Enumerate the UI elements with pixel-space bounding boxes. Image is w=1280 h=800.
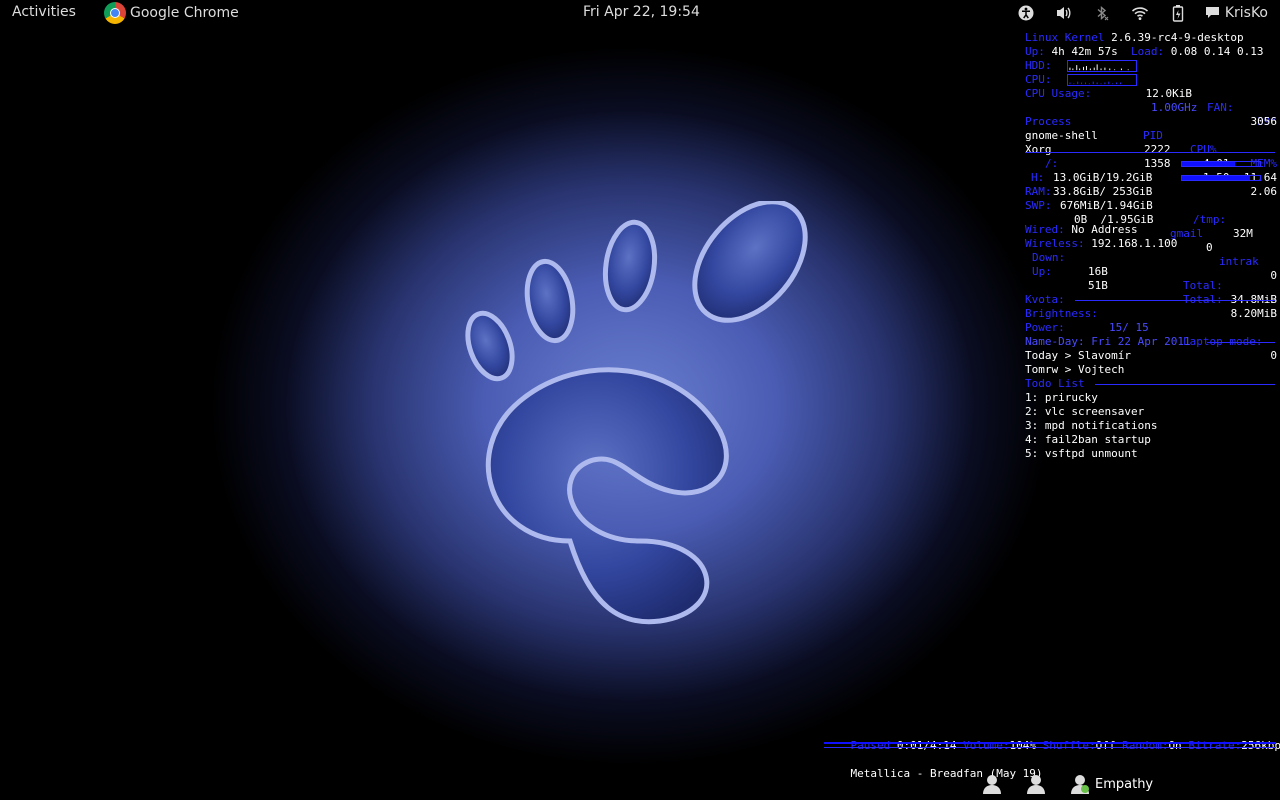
uptime-label: Up: [1025, 45, 1045, 58]
mpd-state-label: Paused [850, 739, 891, 752]
mpd-time: 0:01/4:14 [896, 739, 957, 752]
random-label: Random: [1122, 739, 1169, 752]
empathy-icon[interactable] [1069, 773, 1091, 795]
volume-label: Volume: [963, 739, 1010, 752]
divider [1095, 384, 1275, 385]
activities-button[interactable]: Activities [12, 4, 76, 20]
upload-label: Up: [1032, 265, 1052, 278]
cpu-percent-header: CPU% [1190, 143, 1217, 156]
hdd-graph [1067, 60, 1137, 72]
divider [824, 742, 1276, 744]
user-name: KrisKo [1224, 5, 1268, 21]
home-fs-bar [1181, 175, 1261, 181]
divider [824, 747, 1276, 748]
shuffle-label: Shuffle: [1042, 739, 1096, 752]
chrome-icon [104, 2, 126, 24]
uptime-value: 4h 42m 57s [1051, 45, 1118, 58]
bitrate-value: 256kbp [1241, 739, 1280, 752]
system-tray: KrisKo [1007, 0, 1280, 26]
empathy-label[interactable]: Empathy [1095, 777, 1153, 792]
top-panel: Activities Google Chrome Fri Apr 22, 19:… [0, 0, 1280, 26]
swap-label: SWP: [1025, 199, 1052, 212]
ram-label: RAM: [1025, 185, 1052, 198]
user-menu[interactable]: KrisKo [1205, 5, 1268, 21]
process-pid: 2222 [1144, 143, 1171, 156]
todo-item: 5: vsftpd unmount [1025, 447, 1138, 460]
cpu-label: CPU: [1025, 73, 1052, 86]
kvota-label: Kvota: [1025, 293, 1065, 306]
wireless-ip: 192.168.1.100 [1091, 237, 1178, 250]
battery-icon[interactable] [1169, 4, 1187, 22]
download-label: Down: [1032, 251, 1066, 264]
bluetooth-icon[interactable] [1093, 4, 1111, 22]
process-name: Xorg [1025, 143, 1052, 156]
app-menu[interactable]: Google Chrome [104, 0, 239, 26]
clock[interactable]: Fri Apr 22, 19:54 [583, 4, 700, 20]
volume-value: 104% [1009, 739, 1036, 752]
load-label: Load: [1130, 45, 1165, 58]
volume-icon[interactable] [1055, 4, 1073, 22]
nameday-today: Today > Slavomír [1025, 349, 1131, 362]
divider [1075, 300, 1275, 301]
gnome-foot-logo [465, 201, 808, 625]
todo-item: 4: fail2ban startup [1025, 433, 1151, 446]
shuffle-value: Off [1095, 739, 1116, 752]
mpd-status: Paused 0:01/4:14 Volume:104% Shuffle:Off… [824, 725, 1280, 780]
hdd-label: HDD: [1025, 59, 1052, 72]
divider [1025, 152, 1275, 153]
wifi-icon[interactable] [1131, 4, 1149, 22]
wired-label: Wired: [1025, 223, 1065, 236]
random-value: On [1168, 739, 1182, 752]
home-fs-label: H: [1031, 171, 1045, 184]
bottom-tray: Empathy [970, 770, 1153, 798]
accessibility-icon[interactable] [1017, 4, 1035, 22]
root-fs-label: /: [1045, 157, 1059, 170]
root-fs-bar-fill [1182, 162, 1236, 166]
upload-speed: 51B [1088, 279, 1108, 292]
nameday-label: Name-Day: [1025, 335, 1085, 348]
contact-icon[interactable] [981, 773, 1003, 795]
total-down-label: Total: [1183, 279, 1223, 292]
home-fs-bar-fill [1182, 176, 1250, 180]
app-name: Google Chrome [130, 5, 239, 21]
todo-item: 2: vlc screensaver [1025, 405, 1145, 418]
nameday-tomorrow: Tomrw > Vojtech [1025, 363, 1125, 376]
process-row: Xorg 1358 1.50 2.06 [1025, 129, 1277, 198]
power-label: Power: [1025, 321, 1065, 334]
todo-item: 3: mpd notifications [1025, 419, 1158, 432]
process-row: gnome-shell 2222 4.01 11.64 [1025, 115, 1277, 184]
contact-icon[interactable] [1025, 773, 1047, 795]
chat-icon [1205, 6, 1220, 20]
bitrate-label: Bitrate: [1188, 739, 1242, 752]
kernel-label: Linux Kernel [1025, 31, 1105, 44]
brightness-label: Brightness: [1025, 307, 1098, 320]
load-value: 0.08 0.14 0.13 [1170, 45, 1264, 58]
root-fs-bar [1181, 161, 1261, 167]
kernel-version: 2.6.39-rc4-9-desktop [1111, 31, 1244, 44]
cpu-usage-label: CPU Usage: [1025, 87, 1092, 100]
todo-item: 1: prirucky [1025, 391, 1098, 404]
todo-label: Todo List [1025, 377, 1085, 390]
wireless-label: Wireless: [1025, 237, 1085, 250]
cpu-graph [1067, 74, 1137, 86]
nameday-date: Fri 22 Apr 2011 [1091, 335, 1191, 348]
wired-value: No Address [1071, 223, 1138, 236]
conky-system-monitor: Linux Kernel 2.6.39-rc4-9-desktop Up: 4h… [1025, 31, 1277, 471]
divider [1207, 342, 1275, 343]
